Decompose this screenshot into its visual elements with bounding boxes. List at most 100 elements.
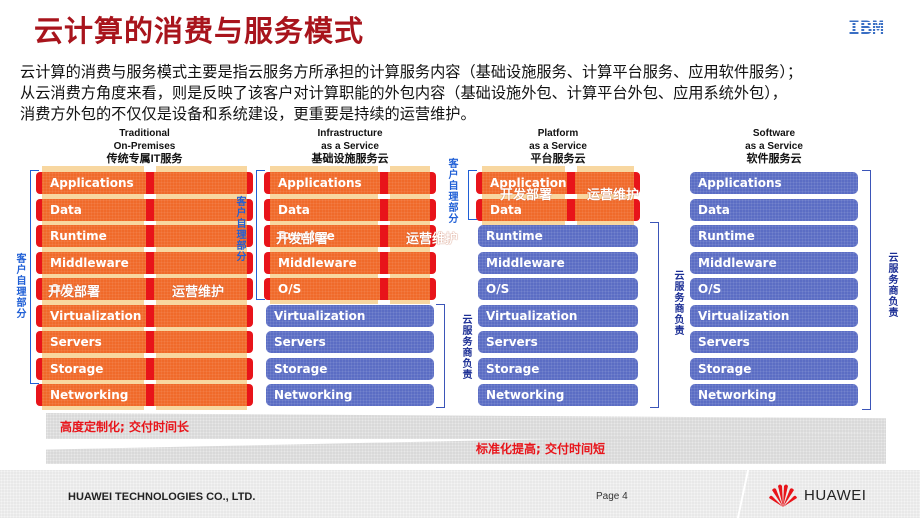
column-heading-paas: Platform as a Service 平台服务云: [468, 127, 648, 166]
ops-maintenance-label: 运营维护: [587, 188, 640, 203]
layer-divider: [146, 251, 154, 274]
column-heading-traditional: Traditional On-Premises 传统专属IT服务: [28, 127, 261, 166]
heading-line: 平台服务云: [530, 153, 586, 165]
layer-divider: [146, 278, 154, 300]
layer-edge: [247, 251, 253, 274]
dev-deploy-label: 开发部署: [48, 285, 101, 300]
layer-divider: [146, 198, 154, 221]
layer-block-customer-ops: [154, 331, 247, 353]
layer-block-provider: Storage: [266, 357, 434, 380]
heading-line: Platform: [537, 128, 579, 139]
bracket: [436, 304, 445, 408]
layer-block-provider: Virtualization: [690, 304, 858, 327]
column-heading-iaas: Infrastructure as a Service 基础设施服务云: [256, 127, 444, 166]
layer-block-provider: Virtualization: [266, 304, 434, 327]
layer-block-provider: Runtime: [478, 225, 638, 247]
layer-block-provider: O/S: [478, 278, 638, 300]
layer-block-provider: Servers: [478, 331, 638, 353]
layer-divider: [567, 172, 575, 194]
layer-edge: [430, 251, 436, 274]
vertical-label: 云服务商负责: [672, 270, 683, 336]
bracket: [650, 222, 659, 408]
ibm-logo-icon: IBM: [848, 18, 884, 41]
heading-line: Infrastructure: [317, 128, 383, 139]
vertical-label: 云服务商负责: [460, 314, 471, 380]
footer-brand: HUAWEI: [804, 487, 867, 504]
layer-divider: [146, 384, 154, 406]
layer-block-customer: Middleware: [270, 251, 380, 274]
layer-block-customer: Runtime: [42, 225, 146, 247]
heading-line: On-Premises: [113, 141, 176, 152]
layer-block-customer: Servers: [42, 331, 146, 353]
layer-block-customer: Middleware: [42, 251, 146, 274]
layer-block-customer: O/S: [270, 278, 380, 300]
layer-block-provider: Networking: [478, 384, 638, 406]
vertical-label: 客户自理部分: [446, 158, 457, 224]
layer-divider: [146, 357, 154, 380]
layer-block-provider: O/S: [690, 278, 858, 300]
description-text: 云计算的消费与服务模式主要是指云服务方所承担的计算服务内容（基础设施服务、计算平…: [20, 62, 802, 125]
page-number: Page 4: [596, 491, 628, 502]
heading-line: as a Service: [321, 141, 379, 152]
layer-divider: [146, 304, 154, 327]
layer-block-customer-ops: [388, 198, 430, 221]
layer-block-customer-ops: [154, 384, 247, 406]
layer-block-customer-ops: [388, 278, 430, 300]
layer-block-provider: Middleware: [478, 251, 638, 274]
layer-edge: [247, 331, 253, 353]
layer-divider: [146, 172, 154, 194]
layer-block-provider: Middleware: [690, 251, 858, 274]
layer-block-provider: Storage: [690, 357, 858, 380]
layer-block-customer: Data: [42, 198, 146, 221]
column-heading-saas: Software as a Service 软件服务云: [680, 127, 868, 166]
layer-block-provider: Servers: [690, 331, 858, 353]
layer-block-provider: Virtualization: [478, 304, 638, 327]
layer-edge: [247, 304, 253, 327]
page-title: 云计算的消费与服务模式: [34, 14, 365, 48]
layer-divider: [146, 225, 154, 247]
vertical-label: 客户自理部分: [14, 253, 25, 319]
heading-line: as a Service: [529, 141, 587, 152]
standardization-label: 标准化提高; 交付时间短: [476, 442, 605, 456]
description-line: 从云消费方角度来看，则是反映了该客户对计算职能的外包内容（基础设施外包、计算平台…: [20, 84, 787, 102]
heading-line: 基础设施服务云: [311, 153, 389, 165]
layer-block-provider: Networking: [266, 384, 434, 406]
heading-line: Software: [752, 128, 796, 139]
layer-block-provider: Data: [690, 198, 858, 221]
huawei-logo-icon: [768, 482, 798, 512]
layer-divider: [380, 225, 388, 247]
ops-maintenance-label: 运营维护: [172, 285, 225, 300]
dev-deploy-label: 开发部署: [276, 232, 329, 247]
vertical-label: 云服务商负责: [886, 252, 897, 318]
layer-edge: [247, 278, 253, 300]
description-line: 云计算的消费与服务模式主要是指云服务方所承担的计算服务内容（基础设施服务、计算平…: [20, 63, 803, 81]
layer-edge: [247, 225, 253, 247]
layer-block-customer-ops: [154, 172, 247, 194]
layer-edge: [247, 357, 253, 380]
layer-block-provider: Runtime: [690, 225, 858, 247]
bracket: [468, 170, 477, 220]
layer-block-customer-ops: [388, 251, 430, 274]
ibm-logo: IBM: [846, 14, 902, 41]
layer-edge: [430, 198, 436, 221]
layer-block-customer: Networking: [42, 384, 146, 406]
layer-block-customer: Virtualization: [42, 304, 146, 327]
layer-block-provider: Servers: [266, 331, 434, 353]
heading-line: 传统专属IT服务: [106, 153, 183, 165]
layer-edge: [247, 384, 253, 406]
layer-block-customer-ops: [388, 172, 430, 194]
layer-block-customer-ops: [154, 357, 247, 380]
ops-maintenance-label: 运营维护: [406, 232, 459, 247]
layer-edge: [247, 172, 253, 194]
layer-block-customer: Storage: [42, 357, 146, 380]
heading-line: as a Service: [745, 141, 803, 152]
layer-edge: [430, 172, 436, 194]
layer-block-provider: Applications: [690, 172, 858, 194]
heading-line: Traditional: [119, 128, 170, 139]
layer-divider: [380, 198, 388, 221]
layer-block-customer: Applications: [270, 172, 380, 194]
svg-text:IBM: IBM: [848, 18, 884, 40]
dev-deploy-label: 开发部署: [500, 188, 553, 203]
layer-edge: [247, 198, 253, 221]
description-line: 消费方外包的不仅仅是设备和系统建设，更重要是持续的运营维护。: [20, 105, 476, 123]
